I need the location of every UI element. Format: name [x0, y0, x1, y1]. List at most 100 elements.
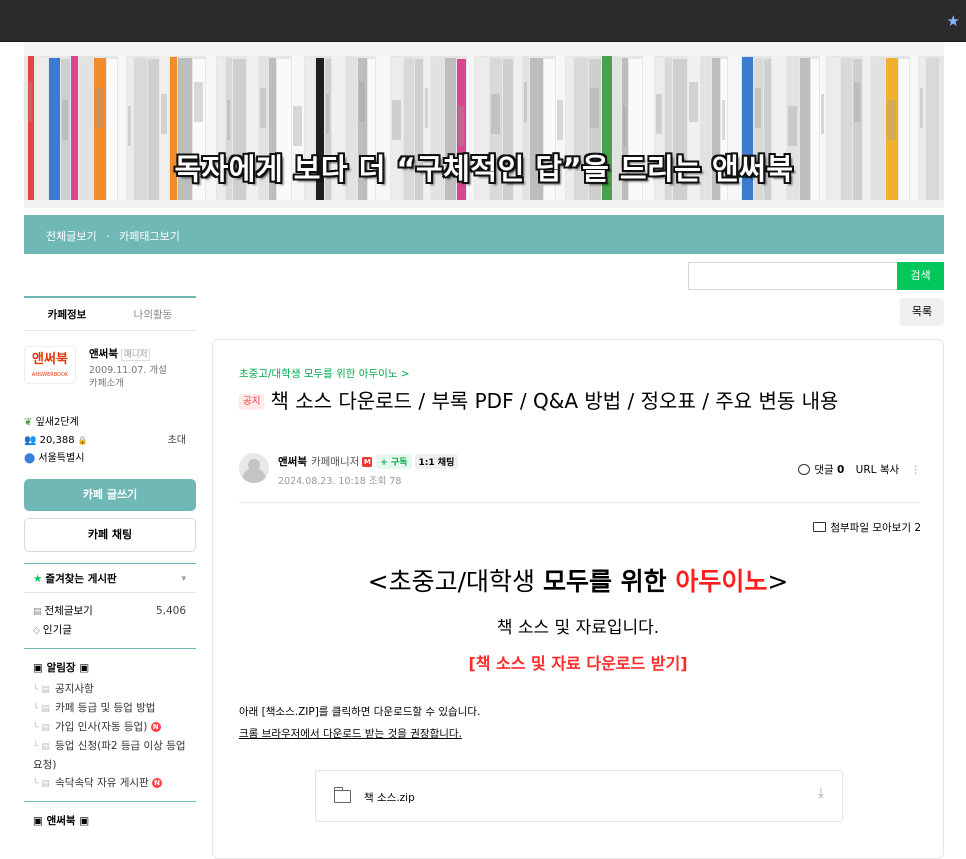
- author-name[interactable]: 앤써북: [278, 456, 307, 468]
- menu-all-posts-label: 전체글보기: [44, 605, 93, 617]
- manager-name[interactable]: 앤써북: [89, 348, 118, 360]
- comment-icon: [798, 464, 811, 475]
- cafe-stats: ❦ 잎새2단계 👥 20,388 🔒 초대 ⬤ 서울특별시: [24, 414, 196, 468]
- post-meta: 2024.08.23. 10:18 조회 78: [278, 473, 401, 487]
- new-badge-icon: N: [152, 778, 163, 788]
- comments-count: 0: [837, 464, 845, 476]
- nav-separator: ·: [106, 230, 110, 243]
- menu-item-notice[interactable]: └ ▤ 공지사항: [24, 680, 196, 699]
- book-spine-text: [689, 82, 698, 122]
- favorite-boards-label: 즐겨찾는 게시판: [45, 573, 117, 585]
- url-copy-button[interactable]: URL 복사: [856, 464, 900, 476]
- cafe-chat-button[interactable]: 카페 채팅: [24, 518, 196, 552]
- nav-cafe-tags[interactable]: 카페태그보기: [119, 230, 180, 243]
- comments-label[interactable]: 댓글: [814, 464, 833, 476]
- book-spine-text: [194, 82, 203, 122]
- content-heading: <초중고/대학생 모두를 위한 아두이노>: [213, 562, 943, 598]
- book-spine-text: [392, 100, 401, 140]
- book-spine-text: [788, 106, 797, 146]
- book-spine-text: [458, 106, 464, 146]
- location-pin-icon: ⬤: [24, 453, 36, 464]
- cafe-logo-text: 앤써북: [32, 352, 68, 367]
- post-title-text: 책 소스 다운로드 / 부록 PDF / Q&A 방법 / 정오표 / 주요 변…: [270, 389, 839, 413]
- post-views: 조회 78: [368, 476, 402, 487]
- article-panel: 초중고/대학생 모두를 위한 아두이노 > 공지 책 소스 다운로드 / 부록 P…: [212, 339, 944, 859]
- tree-branch-icon: └ ▤: [33, 779, 50, 789]
- browser-top-bar: ★: [0, 0, 966, 42]
- tree-branch-icon: └ ▤: [33, 723, 50, 733]
- menu-popular[interactable]: ◇ 인기글: [24, 621, 196, 640]
- cafe-logo[interactable]: 앤써북 ANSWERBOOK: [24, 346, 76, 384]
- cafe-region: 서울특별시: [38, 453, 85, 464]
- member-count[interactable]: 20,388: [40, 435, 75, 446]
- download-link[interactable]: [책 소스 및 자료 다운로드 받기]: [213, 650, 943, 674]
- list-button[interactable]: 목록: [900, 298, 944, 326]
- menu-group-answerbook: ▣ 앤써북 ▣: [24, 801, 196, 833]
- search-button[interactable]: 검색: [897, 262, 944, 290]
- book-spine-text: [524, 82, 527, 122]
- menu-item-label: 속닥속닥 자유 게시판: [55, 777, 149, 789]
- cafe-intro-link[interactable]: 카페소개: [89, 377, 167, 390]
- cafe-banner: 독자에게 보다 더 “구체적인 답”을 드리는 앤써북: [24, 42, 944, 208]
- book-spine-text: [128, 106, 131, 146]
- book-spine-text: [359, 82, 365, 122]
- cafe-meta: 2009.11.07. 개설 카페소개: [89, 364, 167, 390]
- tab-cafe-info[interactable]: 카페정보: [24, 298, 110, 330]
- book-spine-text: [260, 88, 266, 128]
- board-menu: ▤ 전체글보기 5,406 ◇ 인기글 ▣ 알림장 ▣ └ ▤ 공지사항 └ ▤ 카페…: [24, 602, 196, 833]
- tree-branch-icon: └ ▤: [33, 704, 50, 714]
- nav-all-posts[interactable]: 전체글보기: [46, 230, 97, 243]
- book-spine-text: [161, 94, 167, 134]
- chevron-down-icon: ▾: [181, 574, 186, 584]
- book-spine-text: [326, 94, 329, 134]
- book-spine-text: [491, 94, 500, 134]
- folder-icon: [334, 787, 351, 803]
- file-name: 책 소스.zip: [364, 792, 415, 804]
- menu-item-upgrade-request[interactable]: └ ▤ 등업 신청(파2 등급 이상 등업 요청): [24, 737, 196, 774]
- members-icon: 👥: [24, 435, 37, 446]
- book-spine-text: [29, 82, 32, 122]
- menu-all-posts[interactable]: ▤ 전체글보기 5,406: [24, 602, 196, 621]
- book-spine-text: [821, 94, 824, 134]
- heading-post: >: [767, 567, 789, 596]
- tab-my-activity[interactable]: 나의활동: [110, 298, 196, 330]
- menu-item-greeting[interactable]: └ ▤ 가입 인사(자동 등업) N: [24, 718, 196, 737]
- manager-icon: M: [362, 457, 373, 467]
- download-icon[interactable]: ⤓: [818, 785, 824, 801]
- book-spine-text: [887, 100, 896, 140]
- search-input[interactable]: [688, 262, 898, 290]
- folder-icon: [813, 522, 827, 532]
- bookmark-star-icon[interactable]: ★: [947, 12, 960, 30]
- content-subtitle: 책 소스 및 자료입니다.: [496, 618, 660, 638]
- popular-icon: ◇: [33, 626, 40, 636]
- one-to-one-chat-button[interactable]: 1:1 채팅: [414, 454, 459, 469]
- book-spine-text: [854, 82, 860, 122]
- post-actions: 댓글 0 URL 복사 ⋮: [798, 462, 921, 477]
- invite-link[interactable]: 초대: [168, 432, 186, 450]
- book-spine-text: [590, 88, 599, 128]
- book-spine-text: [95, 88, 104, 128]
- subscribe-button[interactable]: + 구독: [376, 454, 412, 469]
- menu-item-label: 공지사항: [55, 683, 94, 695]
- book-spine-text: [425, 88, 428, 128]
- content-paragraph-underlined: 크롬 브라우저에서 다운로드 받는 것을 권장합니다.: [239, 728, 462, 740]
- cafe-opened-date: 2009.11.07. 개설: [89, 365, 167, 376]
- attachments-label: 첨부파일 모아보기 2: [830, 522, 921, 534]
- book-spine-text: [62, 100, 68, 140]
- more-options-icon[interactable]: ⋮: [911, 464, 922, 476]
- favorite-boards-toggle[interactable]: ★ 즐겨찾는 게시판 ▾: [24, 563, 196, 593]
- avatar[interactable]: [239, 453, 269, 483]
- all-posts-count: 5,406: [155, 605, 186, 617]
- menu-item-grades[interactable]: └ ▤ 카페 등급 및 등업 방법: [24, 699, 196, 718]
- attachments-button[interactable]: 첨부파일 모아보기 2: [813, 520, 921, 535]
- star-icon: ★: [33, 573, 43, 585]
- write-post-button[interactable]: 카페 글쓰기: [24, 479, 196, 511]
- board-breadcrumb[interactable]: 초중고/대학생 모두를 위한 아두이노 >: [239, 366, 410, 381]
- author-line: 앤써북 카페매니저 M + 구독 1:1 채팅: [278, 454, 459, 469]
- book-spine-text: [656, 94, 662, 134]
- lock-icon: 🔒: [77, 436, 88, 445]
- file-attachment[interactable]: 책 소스.zip ⤓: [315, 770, 843, 822]
- menu-item-label: 카페 등급 및 등업 방법: [55, 702, 156, 714]
- menu-item-free-board[interactable]: └ ▤ 속닥속닥 자유 게시판 N: [24, 774, 196, 793]
- sidebar: 카페정보 나의활동 앤써북 ANSWERBOOK 앤써북 매니저 2009.11.…: [24, 296, 196, 827]
